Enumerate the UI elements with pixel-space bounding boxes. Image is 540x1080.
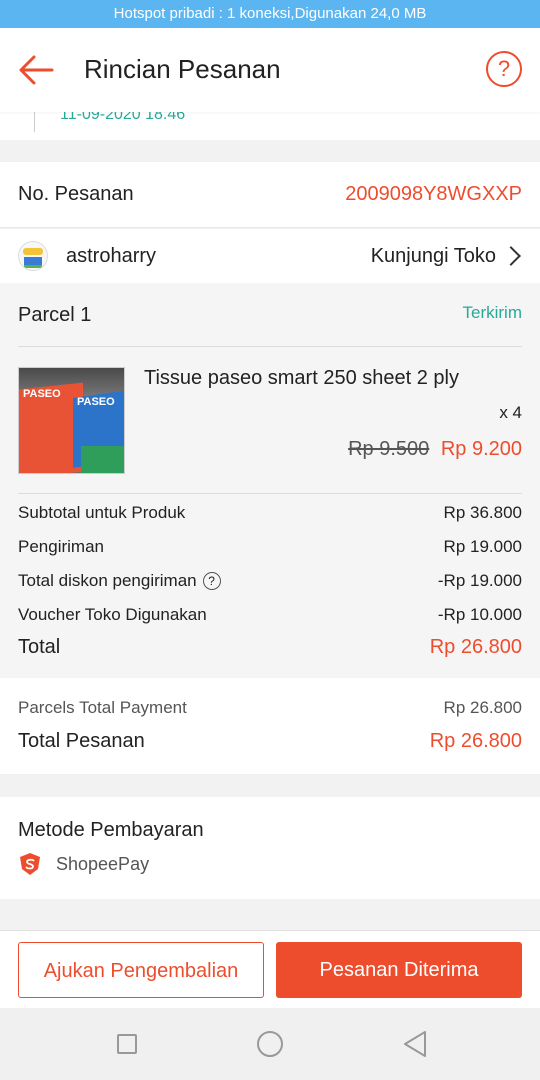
payment-total-section: Parcels Total Payment Rp 26.800 Total Pe…: [0, 678, 540, 774]
shop-avatar: [18, 241, 48, 271]
product-image-brand-2: PASEO: [77, 396, 115, 408]
product-new-price: Rp 9.200: [440, 438, 522, 460]
summary-row-voucher: Voucher Toko Digunakan -Rp 10.000: [18, 605, 522, 625]
timeline-line: [34, 112, 35, 132]
summary-row-shipping: Pengiriman Rp 19.000: [18, 537, 522, 557]
product-image[interactable]: PASEO PASEO: [18, 367, 125, 474]
back-nav-icon[interactable]: [402, 1030, 428, 1058]
product-price: Rp 9.500 Rp 9.200: [348, 438, 522, 461]
summary-value: -Rp 19.000: [437, 571, 522, 590]
status-bar: Hotspot pribadi : 1 koneksi,Digunakan 24…: [0, 0, 540, 28]
bottom-action-bar: Ajukan Pengembalian Pesanan Diterima: [0, 930, 540, 1008]
shop-row[interactable]: astroharry Kunjungi Toko: [0, 229, 540, 283]
order-received-button[interactable]: Pesanan Diterima: [276, 942, 522, 998]
return-request-button[interactable]: Ajukan Pengembalian: [18, 942, 264, 998]
summary-label: Total diskon pengiriman: [18, 571, 197, 590]
product-old-price: Rp 9.500: [348, 438, 430, 460]
visit-shop-label: Kunjungi Toko: [370, 244, 496, 267]
shop-name: astroharry: [66, 244, 157, 267]
summary-value: Rp 19.000: [443, 537, 522, 556]
product-image-brand: PASEO: [23, 388, 61, 400]
product-name[interactable]: Tissue paseo smart 250 sheet 2 ply: [144, 367, 459, 390]
parcel-header: Parcel 1 Terkirim: [18, 283, 522, 347]
order-number-row[interactable]: No. Pesanan 2009098Y8WGXXP: [0, 162, 540, 228]
back-arrow-icon[interactable]: [16, 50, 56, 90]
product-quantity: x 4: [499, 403, 522, 422]
divider: [18, 493, 522, 494]
summary-label: Voucher Toko Digunakan: [18, 605, 207, 624]
summary-row-total: Total Rp 26.800: [18, 636, 522, 659]
timeline-peek: 11-09-2020 18:46: [0, 112, 540, 140]
order-total-row: Total Pesanan Rp 26.800: [18, 730, 522, 753]
total-value: Rp 26.800: [429, 636, 522, 658]
parcels-total-value: Rp 26.800: [443, 698, 522, 717]
payment-method-section: Metode Pembayaran ShopeePay: [0, 797, 540, 899]
parcels-total-row: Parcels Total Payment Rp 26.800: [18, 698, 522, 718]
summary-row-subtotal: Subtotal untuk Produk Rp 36.800: [18, 503, 522, 523]
parcels-total-label: Parcels Total Payment: [18, 698, 187, 717]
parcel-label: Parcel 1: [18, 304, 92, 326]
summary-label: Subtotal untuk Produk: [18, 503, 186, 522]
order-total-value: Rp 26.800: [429, 730, 522, 752]
payment-method-name: ShopeePay: [56, 853, 150, 874]
summary-row-shipping-discount: Total diskon pengiriman? -Rp 19.000: [18, 571, 522, 591]
help-icon[interactable]: ?: [486, 51, 522, 87]
visit-shop-link[interactable]: Kunjungi Toko: [371, 245, 522, 268]
total-label: Total: [18, 636, 61, 658]
system-nav-bar: [0, 1008, 540, 1080]
parcel-status: Terkirim: [462, 303, 523, 322]
home-icon[interactable]: [257, 1031, 283, 1057]
recent-apps-icon[interactable]: [117, 1034, 137, 1054]
summary-value: -Rp 10.000: [437, 605, 522, 624]
order-total-label: Total Pesanan: [18, 730, 145, 752]
app-header: Rincian Pesanan ?: [0, 28, 540, 112]
shopeepay-icon: [20, 853, 40, 875]
order-number-label: No. Pesanan: [18, 183, 134, 205]
question-icon[interactable]: ?: [202, 572, 221, 590]
timeline-date: 11-09-2020 18:46: [60, 112, 186, 123]
chevron-right-icon: [501, 246, 521, 266]
summary-value: Rp 36.800: [443, 503, 522, 522]
page-title: Rincian Pesanan: [84, 54, 281, 84]
order-number-value[interactable]: 2009098Y8WGXXP: [345, 183, 522, 206]
payment-method-label: Metode Pembayaran: [18, 819, 204, 841]
payment-method-row: ShopeePay: [18, 852, 149, 876]
parcel-section: Parcel 1 Terkirim PASEO PASEO Tissue pas…: [0, 283, 540, 678]
summary-label: Pengiriman: [18, 537, 104, 556]
